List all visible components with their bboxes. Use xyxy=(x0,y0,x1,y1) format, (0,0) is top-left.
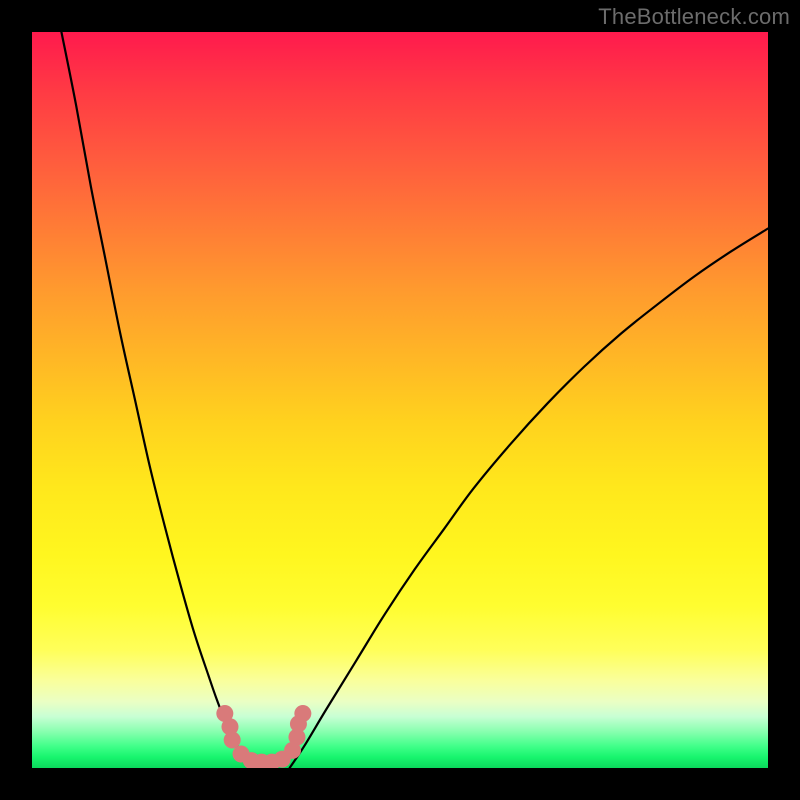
curve-left-branch xyxy=(61,32,252,768)
curve-right-branch xyxy=(290,229,768,768)
chart-frame: TheBottleneck.com xyxy=(0,0,800,800)
marker-dot xyxy=(224,732,241,749)
curve-layer xyxy=(61,32,768,768)
chart-svg xyxy=(32,32,768,768)
plot-area xyxy=(32,32,768,768)
marker-dot xyxy=(294,705,311,722)
watermark-text: TheBottleneck.com xyxy=(598,4,790,30)
